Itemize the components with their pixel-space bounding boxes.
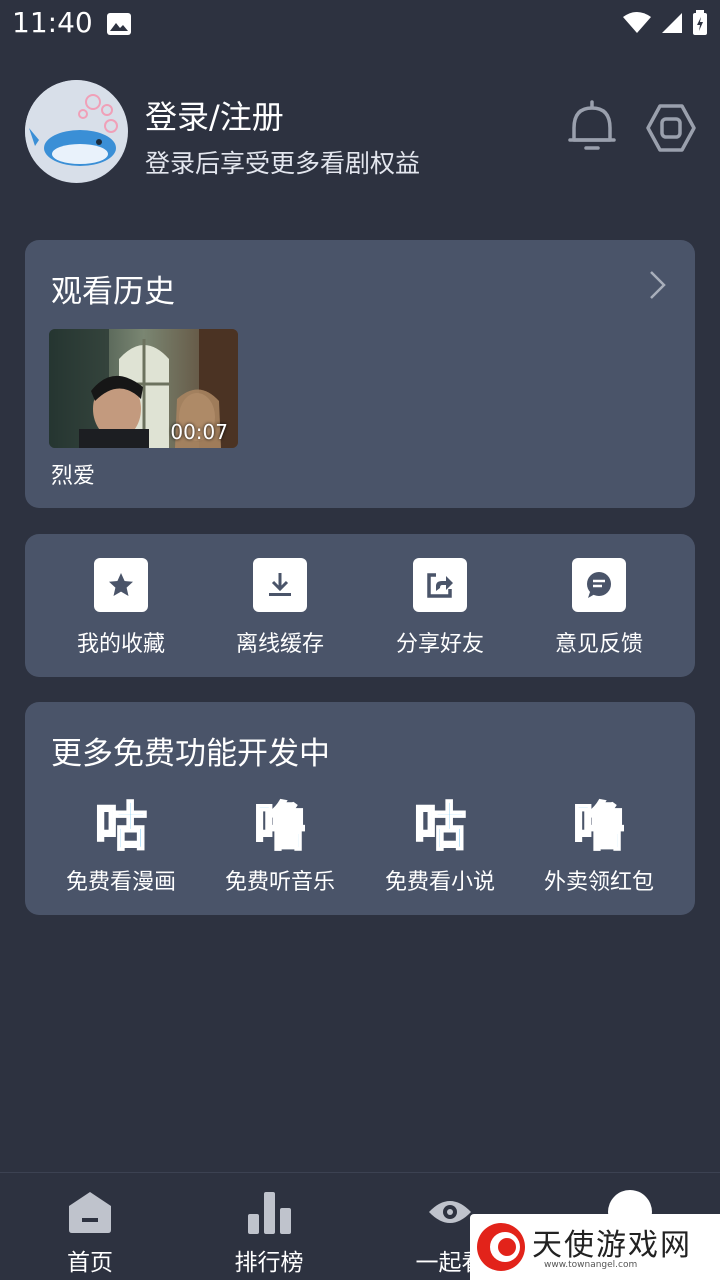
music-glyph-icon: 噜 — [253, 797, 307, 859]
share-icon — [413, 558, 467, 612]
download-icon — [253, 558, 307, 612]
avatar[interactable] — [25, 80, 128, 183]
comics-glyph-icon: 咕 — [94, 797, 148, 859]
battery-icon — [692, 10, 708, 40]
favorites-label: 我的收藏 — [76, 632, 165, 657]
free-music-button[interactable]: 噜 免费听音乐 — [200, 796, 360, 896]
ranking-icon — [199, 1187, 339, 1237]
nav-ranking[interactable]: 排行榜 — [199, 1187, 339, 1277]
settings-icon[interactable] — [645, 102, 697, 154]
video-title[interactable]: 烈爱 — [51, 458, 95, 490]
login-subtitle: 登录后享受更多看剧权益 — [145, 149, 421, 178]
profile-screen: 11:40 登录/注册 登录后享受更多看剧权益 观看历史 00:07 烈爱 我的… — [0, 0, 720, 1280]
favorites-button[interactable]: 我的收藏 — [41, 558, 201, 658]
star-icon — [94, 558, 148, 612]
signal-icon — [660, 11, 684, 39]
nav-home[interactable]: 首页 — [20, 1187, 160, 1277]
feedback-button[interactable]: 意见反馈 — [519, 558, 679, 658]
nav-ranking-label: 排行榜 — [234, 1250, 304, 1276]
status-icons — [622, 10, 708, 40]
watermark-text: 天使游戏网 — [532, 1228, 692, 1263]
nav-home-label: 首页 — [67, 1250, 113, 1276]
free-novels-label: 免费看小说 — [384, 870, 495, 895]
watch-history-card: 观看历史 00:07 烈爱 — [25, 240, 695, 508]
free-comics-button[interactable]: 咕 免费看漫画 — [41, 796, 201, 896]
feedback-icon — [572, 558, 626, 612]
login-title[interactable]: 登录/注册 — [145, 92, 284, 138]
takeout-glyph-icon: 噜 — [572, 797, 626, 859]
wifi-icon — [622, 11, 652, 39]
video-duration: 00:07 — [170, 420, 228, 444]
watermark-url: www.townangel.com — [544, 1260, 638, 1270]
free-comics-label: 免费看漫画 — [65, 870, 176, 895]
history-title: 观看历史 — [51, 274, 175, 310]
watermark: 天使游戏网 www.townangel.com — [470, 1214, 720, 1280]
history-video-thumbnail[interactable]: 00:07 — [49, 329, 238, 448]
home-icon — [20, 1187, 160, 1237]
quick-actions-card: 我的收藏 离线缓存 分享好友 意见反馈 — [25, 534, 695, 677]
share-label: 分享好友 — [395, 632, 484, 657]
free-novels-button[interactable]: 咕 免费看小说 — [360, 796, 520, 896]
takeout-redpacket-button[interactable]: 噜 外卖领红包 — [519, 796, 679, 896]
bell-icon[interactable] — [566, 100, 618, 156]
offline-cache-label: 离线缓存 — [235, 632, 324, 657]
image-icon — [106, 12, 132, 40]
more-features-card: 更多免费功能开发中 咕 免费看漫画 噜 免费听音乐 咕 免费看小说 噜 外卖领红… — [25, 702, 695, 915]
chevron-right-icon[interactable] — [645, 268, 671, 302]
free-music-label: 免费听音乐 — [224, 870, 335, 895]
takeout-redpacket-label: 外卖领红包 — [543, 870, 654, 895]
feedback-label: 意见反馈 — [554, 632, 643, 657]
share-button[interactable]: 分享好友 — [360, 558, 520, 658]
status-time: 11:40 — [12, 6, 93, 39]
status-bar: 11:40 — [0, 0, 720, 50]
more-features-title: 更多免费功能开发中 — [51, 736, 330, 772]
offline-cache-button[interactable]: 离线缓存 — [200, 558, 360, 658]
novels-glyph-icon: 咕 — [413, 797, 467, 859]
watermark-logo — [477, 1223, 525, 1271]
